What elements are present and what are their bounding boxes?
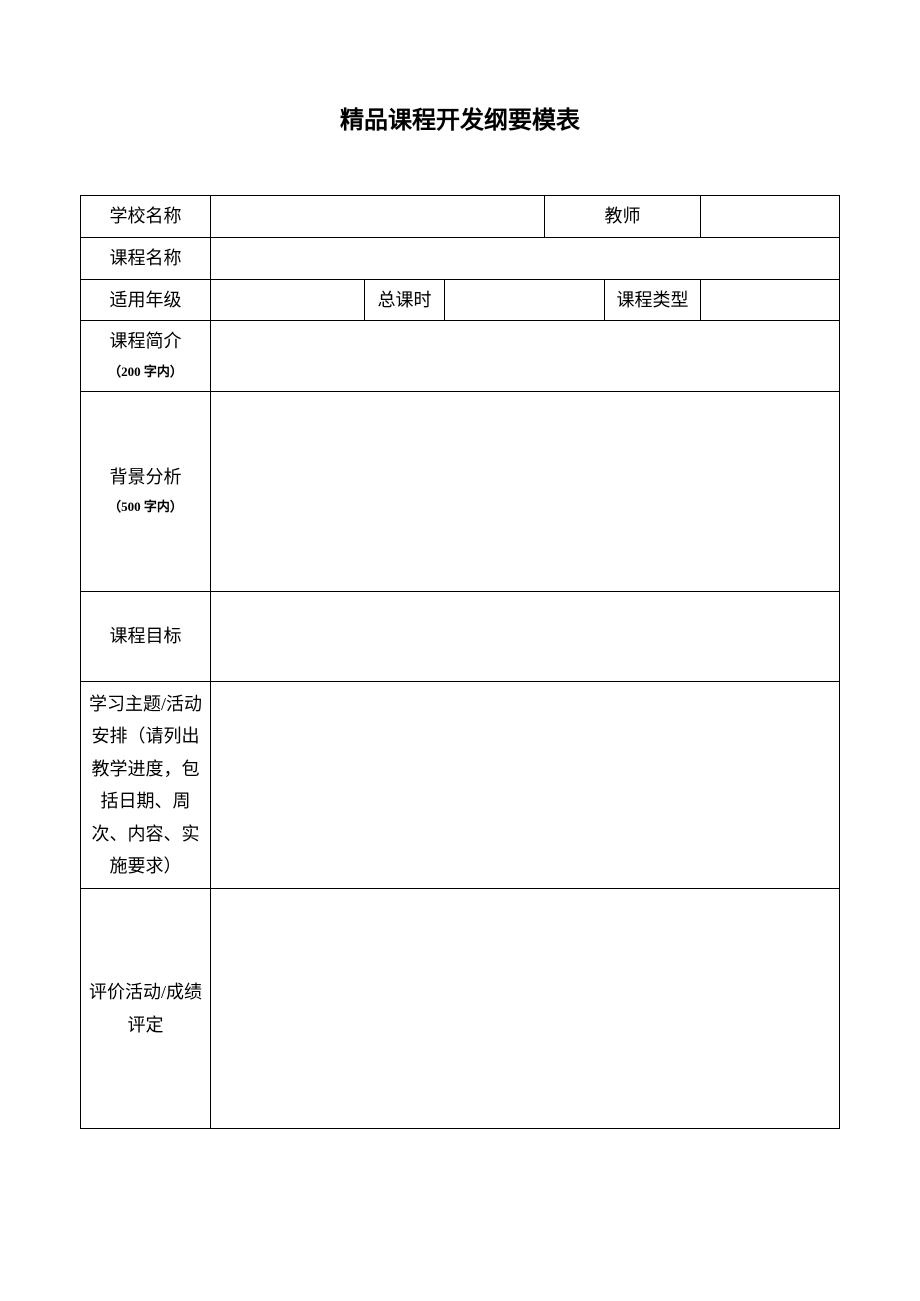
value-course-goal xyxy=(211,591,840,681)
label-course-intro-main: 课程简介 xyxy=(110,331,182,351)
value-course-intro xyxy=(211,321,840,392)
label-total-hours: 总课时 xyxy=(365,279,445,321)
table-row: 学校名称 教师 xyxy=(81,196,840,238)
table-row: 课程目标 xyxy=(81,591,840,681)
table-row: 评价活动/成绩评定 xyxy=(81,889,840,1129)
label-course-goal: 课程目标 xyxy=(81,591,211,681)
label-background: 背景分析 （500 字内） xyxy=(81,391,211,591)
value-course-type xyxy=(701,279,840,321)
form-table: 学校名称 教师 课程名称 适用年级 总课时 课程类型 课程简介 （200 字内） xyxy=(80,195,840,1129)
value-total-hours xyxy=(445,279,605,321)
label-school-name: 学校名称 xyxy=(81,196,211,238)
label-course-name: 课程名称 xyxy=(81,237,211,279)
label-course-intro: 课程简介 （200 字内） xyxy=(81,321,211,392)
value-background xyxy=(211,391,840,591)
value-teacher xyxy=(701,196,840,238)
value-school-name xyxy=(211,196,545,238)
label-evaluation: 评价活动/成绩评定 xyxy=(81,889,211,1129)
document-title: 精品课程开发纲要模表 xyxy=(80,100,840,135)
table-row: 课程简介 （200 字内） xyxy=(81,321,840,392)
table-row: 课程名称 xyxy=(81,237,840,279)
value-course-name xyxy=(211,237,840,279)
label-study-topic: 学习主题/活动安排（请列出教学进度，包括日期、周次、内容、实施要求） xyxy=(81,681,211,888)
label-course-type: 课程类型 xyxy=(605,279,701,321)
value-study-topic xyxy=(211,681,840,888)
value-grade-level xyxy=(211,279,365,321)
table-row: 背景分析 （500 字内） xyxy=(81,391,840,591)
value-evaluation xyxy=(211,889,840,1129)
label-teacher: 教师 xyxy=(545,196,701,238)
label-grade-level: 适用年级 xyxy=(81,279,211,321)
table-row: 学习主题/活动安排（请列出教学进度，包括日期、周次、内容、实施要求） xyxy=(81,681,840,888)
document-page: 精品课程开发纲要模表 学校名称 教师 课程名称 适用年级 总课时 课程类型 xyxy=(0,0,920,1129)
label-background-main: 背景分析 xyxy=(110,467,182,487)
label-course-intro-sub: （200 字内） xyxy=(108,364,183,379)
label-background-sub: （500 字内） xyxy=(108,499,183,514)
table-row: 适用年级 总课时 课程类型 xyxy=(81,279,840,321)
